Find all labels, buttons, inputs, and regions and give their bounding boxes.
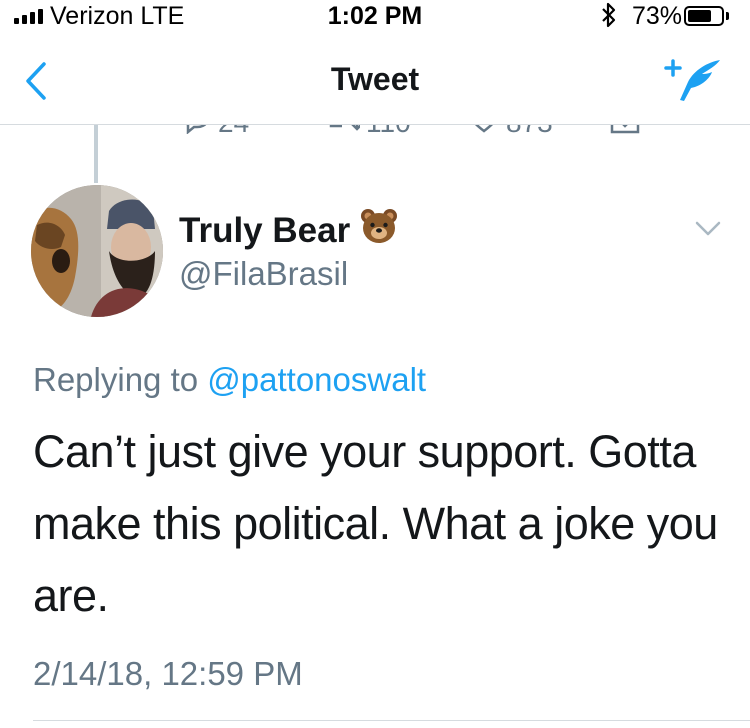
replying-prefix: Replying to [33,361,199,398]
tweet-text: Can’t just give your support. Gotta make… [33,426,718,621]
battery-tip [726,12,729,20]
display-name-text: Truly Bear [179,210,351,250]
avatar[interactable] [31,185,163,317]
chevron-down-icon[interactable] [694,220,722,243]
bluetooth-icon [600,2,618,35]
divider [33,720,750,721]
battery-percent: 73% [632,2,683,30]
display-name[interactable]: Truly Bear [179,208,398,253]
user-handle[interactable]: @FilaBrasil [179,255,348,293]
replying-to: Replying to @pattonoswalt [33,361,426,399]
reply-mention-link[interactable]: @pattonoswalt [207,361,426,398]
page-title: Tweet [330,61,420,97]
bear-emoji-icon [360,208,398,253]
battery-fill [688,10,711,22]
nav-bar: Tweet [0,36,750,125]
compose-tweet-icon[interactable] [664,56,724,111]
status-bar: Verizon LTE 1:02 PM 73% [0,0,750,36]
battery-icon [684,6,724,26]
tweet-timestamp: 2/14/18, 12:59 PM [33,655,303,692]
